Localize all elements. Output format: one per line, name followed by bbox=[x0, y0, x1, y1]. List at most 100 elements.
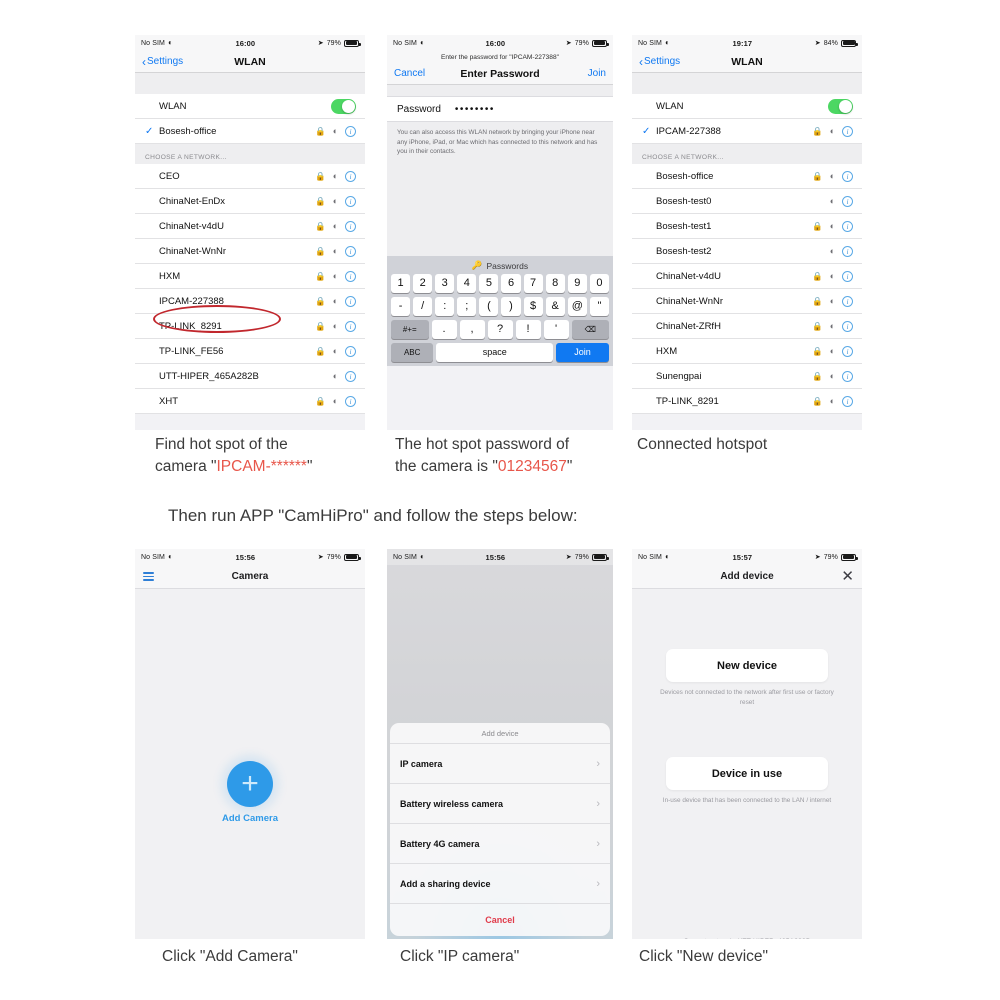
network-row[interactable]: HXM 🔒 ◐ i bbox=[632, 339, 862, 364]
network-row[interactable]: Bosesh-test2 ◐ i bbox=[632, 239, 862, 264]
keyboard-suggestion-bar[interactable]: 🔑 Passwords bbox=[389, 258, 611, 274]
info-icon[interactable]: i bbox=[842, 345, 853, 357]
new-device-button[interactable]: New device bbox=[666, 649, 828, 682]
plus-icon[interactable]: + bbox=[227, 760, 273, 807]
add-camera-control[interactable]: + Add Camera bbox=[135, 760, 365, 824]
keyboard-key[interactable]: 0 bbox=[589, 273, 609, 293]
wlan-toggle-row[interactable]: WLAN bbox=[135, 94, 365, 119]
network-row[interactable]: Sunengpai 🔒 ◐ i bbox=[632, 364, 862, 389]
keyboard-key[interactable]: #+= bbox=[391, 319, 429, 339]
space-key[interactable]: space bbox=[436, 342, 553, 362]
network-row[interactable]: XHT 🔒 ◐ i bbox=[135, 389, 365, 414]
sheet-option-row[interactable]: Add a sharing device › bbox=[390, 864, 610, 904]
network-row[interactable]: ChinaNet-WnNr 🔒 ◐ i bbox=[135, 239, 365, 264]
keyboard-key[interactable]: / bbox=[413, 296, 433, 316]
keyboard-key[interactable]: " bbox=[589, 296, 609, 316]
network-row[interactable]: ChinaNet-WnNr 🔒 ◐ i bbox=[632, 289, 862, 314]
network-row[interactable]: HXM 🔒 ◐ i bbox=[135, 264, 365, 289]
join-button[interactable]: Join bbox=[588, 68, 606, 79]
cancel-button[interactable]: Cancel bbox=[390, 904, 610, 936]
keyboard-key[interactable]: : bbox=[435, 296, 455, 316]
info-icon[interactable]: i bbox=[345, 245, 356, 257]
join-key[interactable]: Join bbox=[556, 342, 609, 362]
passwords-suggestion[interactable]: Passwords bbox=[487, 261, 529, 271]
network-row[interactable]: Bosesh-test1 🔒 ◐ i bbox=[632, 214, 862, 239]
keyboard-key[interactable]: ' bbox=[543, 319, 569, 339]
keyboard-key[interactable]: & bbox=[545, 296, 565, 316]
password-field-row[interactable]: Password •••••••• bbox=[387, 96, 613, 122]
network-row[interactable]: ChinaNet-EnDx 🔒 ◐ i bbox=[135, 189, 365, 214]
keyboard-key[interactable]: - bbox=[391, 296, 411, 316]
info-icon[interactable]: i bbox=[842, 270, 853, 282]
info-icon[interactable]: i bbox=[842, 370, 853, 382]
network-list: CEO 🔒 ◐ i ChinaNet-EnDx 🔒 ◐ i ChinaNet-v4dU 🔒 ◐ i Ch… bbox=[135, 164, 365, 414]
network-row[interactable]: ChinaNet-v4dU 🔒 ◐ i bbox=[135, 214, 365, 239]
keyboard-key[interactable]: 9 bbox=[567, 273, 587, 293]
info-icon[interactable]: i bbox=[842, 125, 853, 137]
wlan-toggle[interactable] bbox=[331, 98, 356, 114]
info-icon[interactable]: i bbox=[842, 320, 853, 332]
keyboard-key[interactable]: 2 bbox=[413, 273, 433, 293]
network-row[interactable]: IPCAM-227388 🔒 ◐ i bbox=[135, 289, 365, 314]
info-icon[interactable]: i bbox=[842, 245, 853, 257]
connected-network-row[interactable]: ✓ Bosesh-office 🔒 ◐ i bbox=[135, 119, 365, 144]
add-camera-label: Add Camera bbox=[222, 812, 278, 824]
network-row[interactable]: UTT-HIPER_465A282B ◐ i bbox=[135, 364, 365, 389]
network-row[interactable]: TP-LINK_8291 🔒 ◐ i bbox=[632, 389, 862, 414]
info-icon[interactable]: i bbox=[345, 170, 356, 182]
keyboard-key[interactable]: 6 bbox=[501, 273, 521, 293]
network-row[interactable]: CEO 🔒 ◐ i bbox=[135, 164, 365, 189]
info-icon[interactable]: i bbox=[345, 345, 356, 357]
keyboard-key[interactable]: 5 bbox=[479, 273, 499, 293]
sheet-option-row[interactable]: Battery 4G camera › bbox=[390, 824, 610, 864]
device-in-use-button[interactable]: Device in use bbox=[666, 757, 828, 791]
sheet-option-row[interactable]: Battery wireless camera › bbox=[390, 784, 610, 824]
menu-icon[interactable] bbox=[143, 572, 154, 581]
sheet-option-label: IP camera bbox=[400, 758, 443, 769]
network-row[interactable]: TP-LINK_FE56 🔒 ◐ i bbox=[135, 339, 365, 364]
network-row[interactable]: TP-LINK_8291 🔒 ◐ i bbox=[135, 314, 365, 339]
info-icon[interactable]: i bbox=[345, 270, 356, 282]
close-icon[interactable]: ✕ bbox=[841, 569, 854, 584]
keyboard-key[interactable]: ? bbox=[487, 319, 513, 339]
info-icon[interactable]: i bbox=[345, 125, 356, 137]
keyboard-key[interactable]: ) bbox=[501, 296, 521, 316]
keyboard-key[interactable]: ( bbox=[479, 296, 499, 316]
keyboard-key[interactable]: 3 bbox=[435, 273, 455, 293]
info-icon[interactable]: i bbox=[842, 195, 853, 207]
info-icon[interactable]: i bbox=[842, 295, 853, 307]
info-icon[interactable]: i bbox=[842, 170, 853, 182]
keyboard-key[interactable]: $ bbox=[523, 296, 543, 316]
info-icon[interactable]: i bbox=[345, 220, 356, 232]
info-icon[interactable]: i bbox=[842, 395, 853, 407]
abc-key[interactable]: ABC bbox=[391, 342, 434, 362]
sheet-option-row[interactable]: IP camera › bbox=[390, 744, 610, 784]
info-icon[interactable]: i bbox=[345, 370, 356, 382]
network-row[interactable]: Bosesh-test0 ◐ i bbox=[632, 189, 862, 214]
keyboard-key[interactable]: 7 bbox=[523, 273, 543, 293]
info-icon[interactable]: i bbox=[345, 295, 356, 307]
info-icon[interactable]: i bbox=[842, 220, 853, 232]
keyboard-key[interactable]: 4 bbox=[457, 273, 477, 293]
keyboard-key[interactable]: ! bbox=[515, 319, 541, 339]
keyboard-key[interactable]: ; bbox=[457, 296, 477, 316]
cancel-button[interactable]: Cancel bbox=[394, 68, 425, 79]
wlan-toggle-row[interactable]: WLAN bbox=[632, 94, 862, 119]
info-icon[interactable]: i bbox=[345, 195, 356, 207]
info-icon[interactable]: i bbox=[345, 320, 356, 332]
connected-network-row[interactable]: ✓ IPCAM-227388 🔒 ◐ i bbox=[632, 119, 862, 144]
keyboard-key[interactable]: @ bbox=[567, 296, 587, 316]
keyboard-key[interactable]: 8 bbox=[545, 273, 565, 293]
wlan-toggle[interactable] bbox=[828, 98, 853, 114]
keyboard-key[interactable]: ⌫ bbox=[571, 319, 609, 339]
network-row[interactable]: ChinaNet-v4dU 🔒 ◐ i bbox=[632, 264, 862, 289]
keyboard-key[interactable]: , bbox=[459, 319, 485, 339]
info-icon[interactable]: i bbox=[345, 395, 356, 407]
network-row[interactable]: ChinaNet-ZRfH 🔒 ◐ i bbox=[632, 314, 862, 339]
password-input[interactable]: •••••••• bbox=[455, 104, 495, 115]
network-row[interactable]: Bosesh-office 🔒 ◐ i bbox=[632, 164, 862, 189]
keyboard-key[interactable]: 1 bbox=[391, 273, 411, 293]
chevron-right-icon: › bbox=[596, 757, 600, 770]
keyboard-key[interactable]: . bbox=[431, 319, 457, 339]
app-nav-bar: Add device ✕ bbox=[632, 565, 862, 589]
